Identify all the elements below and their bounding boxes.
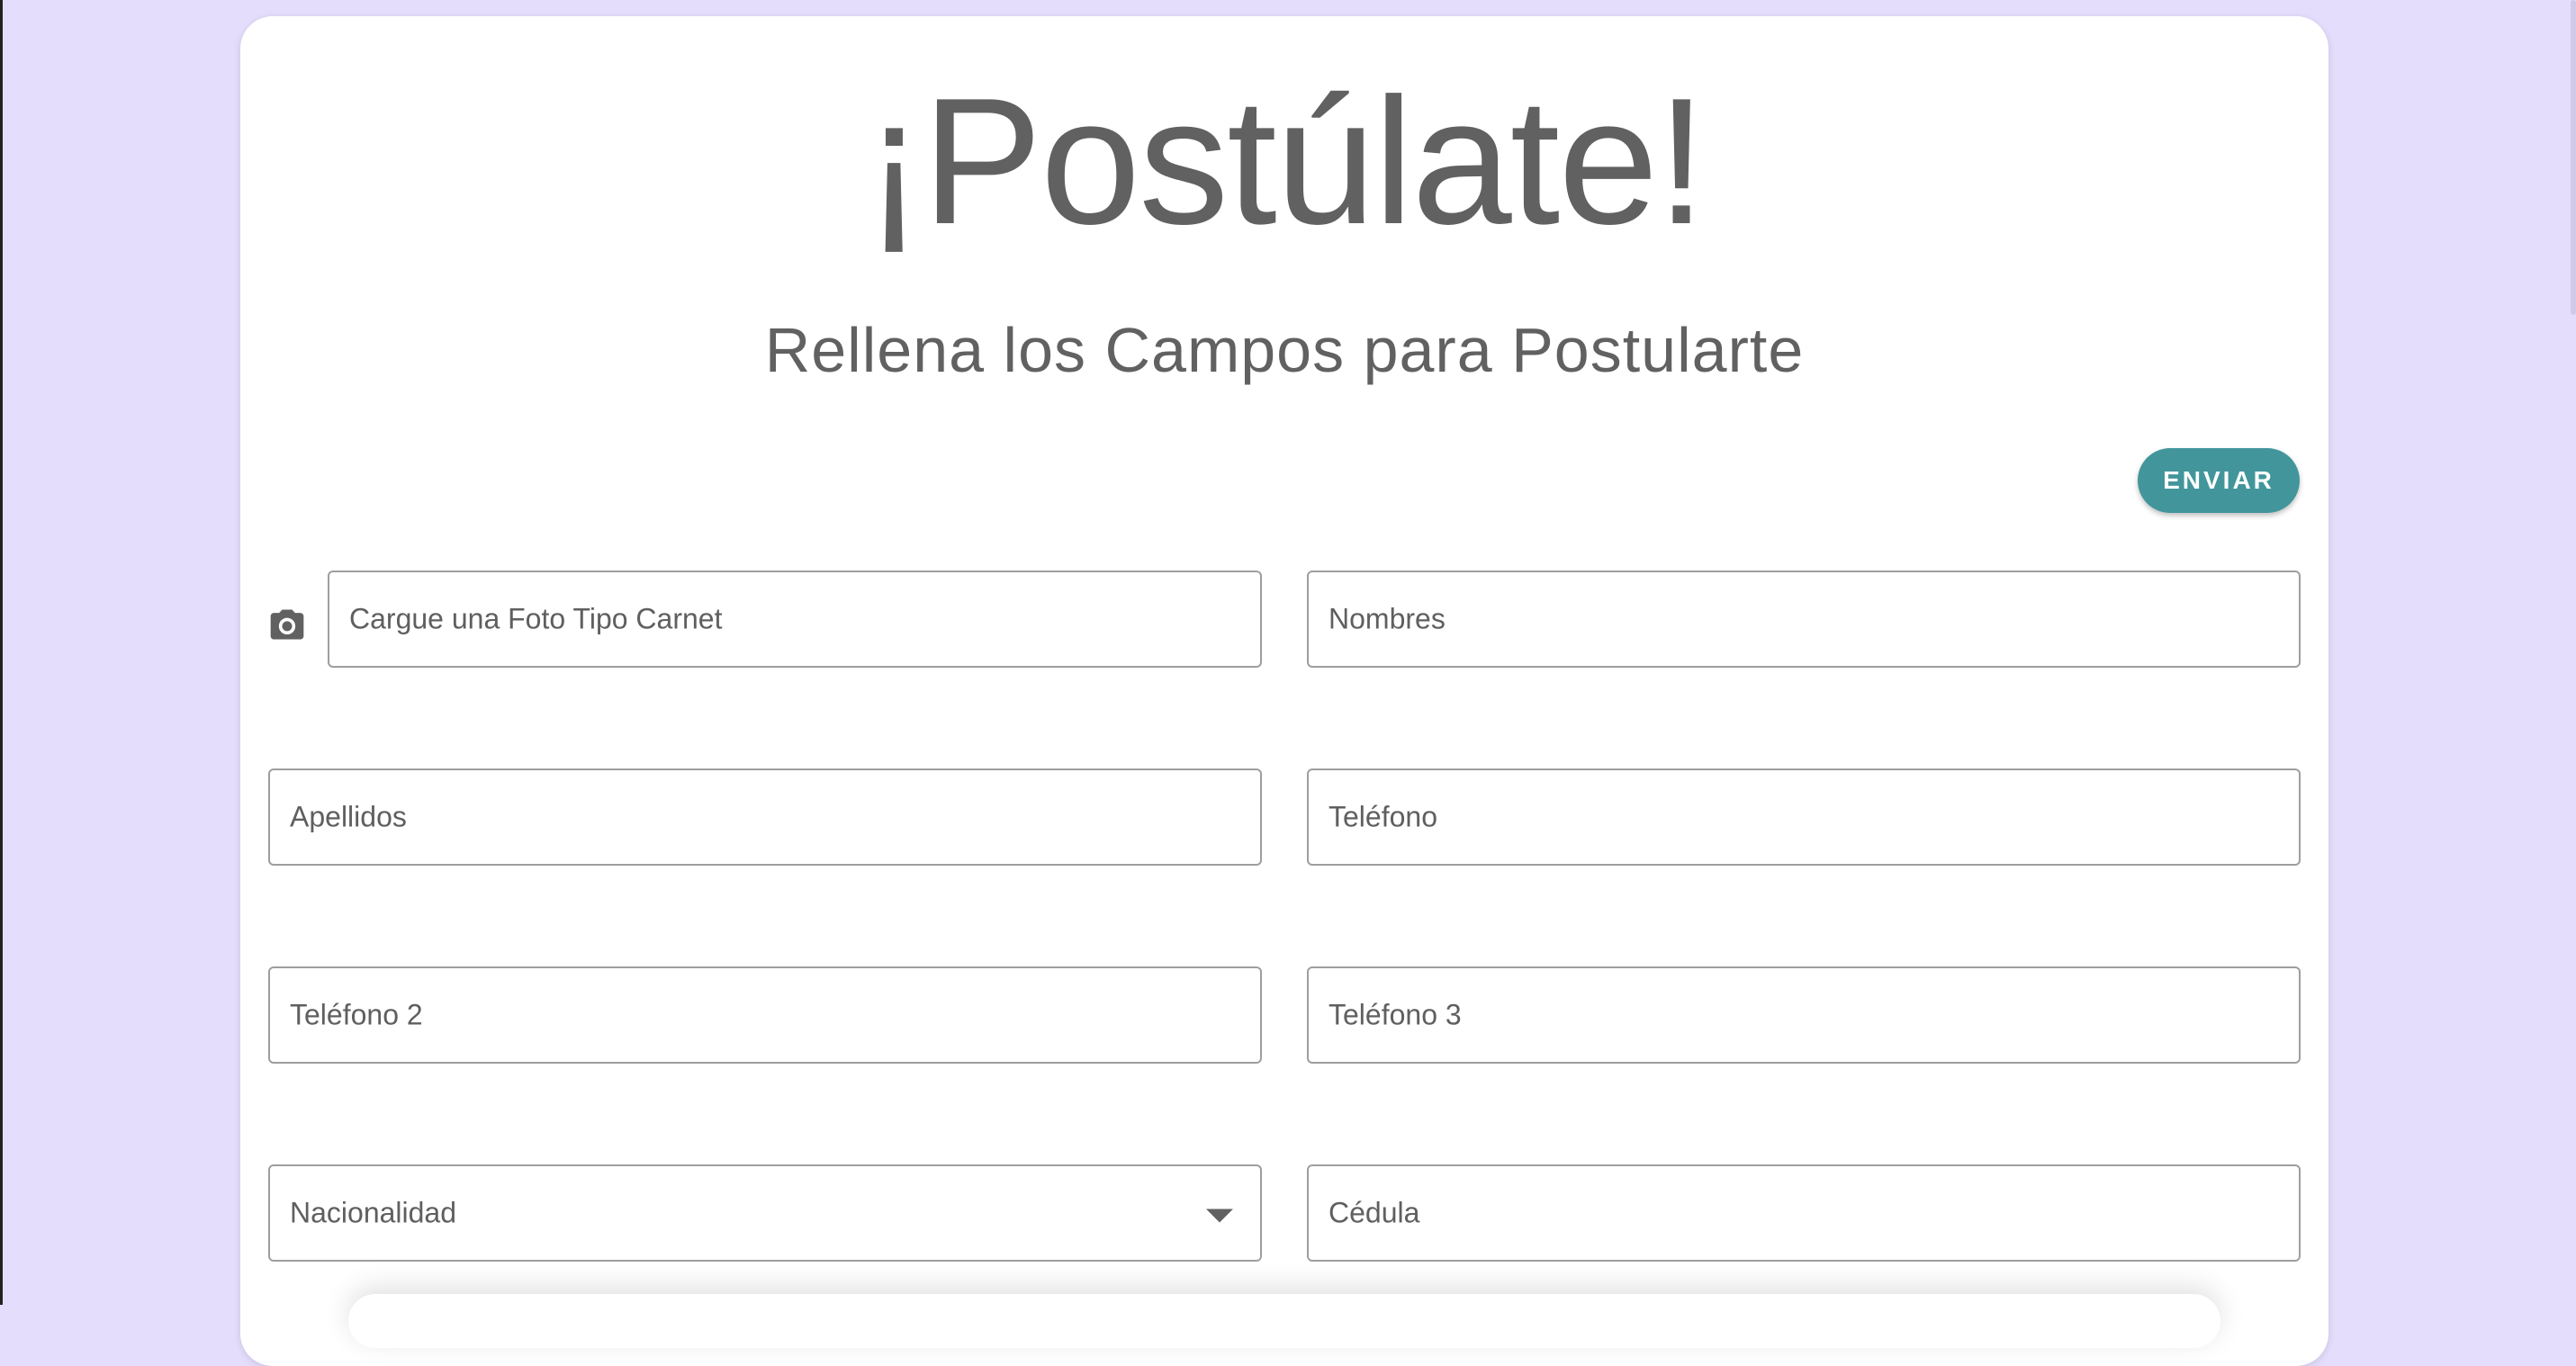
telefono-field[interactable]: Teléfono (1307, 768, 2301, 866)
page-title: ¡Postúlate! (863, 61, 1707, 262)
telefono3-label: Teléfono 3 (1329, 998, 1462, 1031)
telefono-label: Teléfono (1329, 800, 1437, 833)
telefono3-field[interactable]: Teléfono 3 (1307, 966, 2301, 1064)
window-edge (0, 0, 3, 1305)
send-button[interactable]: ENVIAR (2138, 448, 2300, 513)
page-subtitle: Rellena los Campos para Postularte (764, 315, 1805, 385)
next-section-shadow (348, 1294, 2220, 1348)
scrollbar-thumb[interactable] (2571, 0, 2576, 315)
cedula-field[interactable]: Cédula (1307, 1164, 2301, 1262)
apellidos-field[interactable]: Apellidos (268, 768, 1262, 866)
chevron-down-icon[interactable] (1206, 1209, 1233, 1223)
photo-upload-field[interactable]: Cargue una Foto Tipo Carnet (328, 571, 1262, 668)
nacionalidad-label: Nacionalidad (290, 1196, 457, 1229)
apellidos-label: Apellidos (290, 800, 407, 833)
camera-icon[interactable] (267, 605, 307, 644)
telefono2-field[interactable]: Teléfono 2 (268, 966, 1262, 1064)
nacionalidad-select[interactable]: Nacionalidad (268, 1164, 1262, 1262)
nombres-field[interactable]: Nombres (1307, 571, 2301, 668)
telefono2-label: Teléfono 2 (290, 998, 423, 1031)
nombres-label: Nombres (1329, 602, 1446, 635)
cedula-label: Cédula (1329, 1196, 1420, 1229)
photo-upload-label: Cargue una Foto Tipo Carnet (349, 602, 723, 635)
application-form-card: ¡Postúlate! Rellena los Campos para Post… (240, 16, 2328, 1366)
